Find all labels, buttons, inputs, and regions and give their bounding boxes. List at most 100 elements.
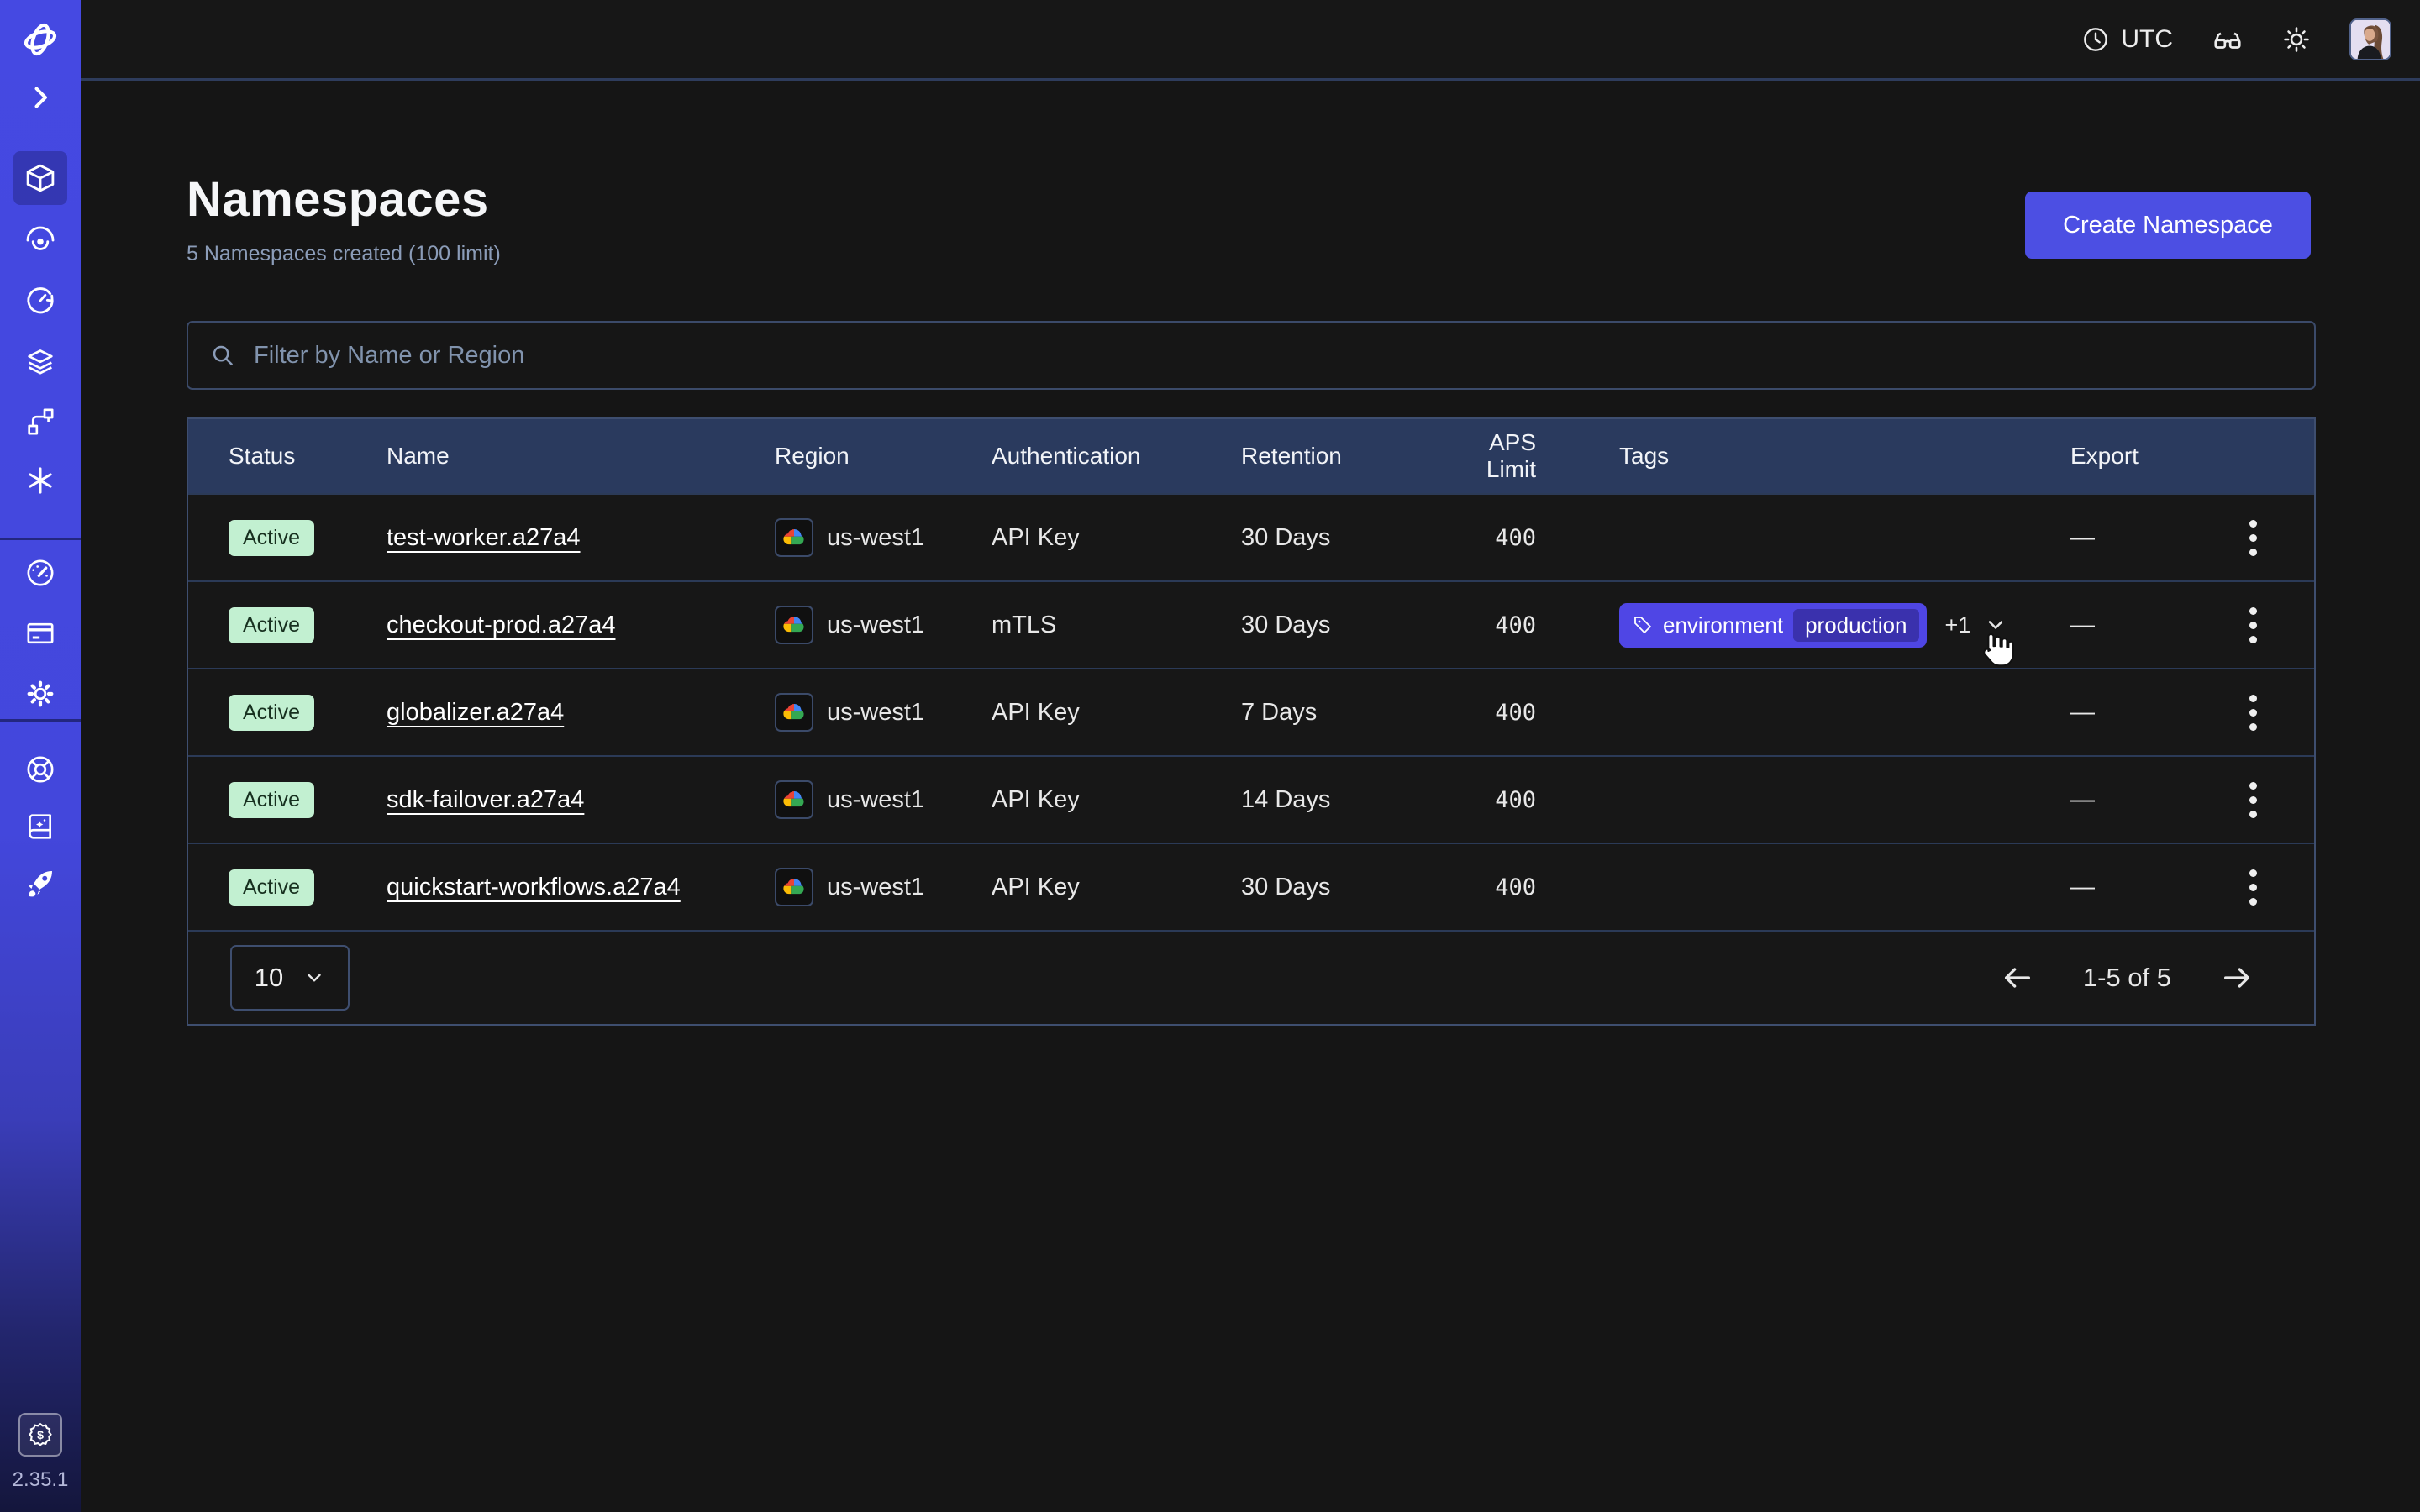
row-menu-kebab-icon[interactable] (2243, 863, 2264, 912)
sidebar-item-schedules[interactable] (0, 284, 81, 318)
tags-more-count: +1 (1945, 612, 1971, 638)
aps-limit: 400 (1495, 612, 1536, 638)
tag-value: production (1793, 609, 1918, 642)
tag-key: environment (1663, 612, 1783, 638)
namespace-link[interactable]: checkout-prod.a27a4 (387, 612, 615, 638)
search-icon (210, 343, 235, 368)
auth-method: mTLS (992, 612, 1241, 639)
sidebar-divider (0, 538, 81, 540)
export-value: — (2070, 612, 2228, 639)
col-export: Export (2070, 443, 2228, 470)
namespace-link[interactable]: sdk-failover.a27a4 (387, 786, 584, 813)
table-row: Active quickstart-workflows.a27a4 us-wes… (188, 843, 2314, 930)
auth-method: API Key (992, 786, 1241, 814)
aps-limit: 400 (1495, 874, 1536, 900)
region-label: us-west1 (827, 874, 924, 901)
clock-icon (2082, 26, 2109, 53)
user-avatar[interactable] (2349, 18, 2391, 60)
sidebar-item-workflows[interactable] (0, 405, 81, 438)
sidebar-item-support[interactable] (0, 753, 81, 786)
namespace-link[interactable]: globalizer.a27a4 (387, 699, 564, 726)
gcp-cloud-icon (775, 518, 813, 557)
sidebar: $ 2.35.1 (0, 0, 81, 1512)
col-name: Name (387, 443, 775, 470)
status-badge: Active (229, 695, 314, 731)
col-region: Region (775, 443, 992, 470)
page-subtitle: 5 Namespaces created (100 limit) (187, 242, 501, 266)
row-menu-kebab-icon[interactable] (2243, 775, 2264, 825)
app-root: $ 2.35.1 UTC (0, 0, 2420, 1512)
sidebar-item-settings[interactable] (0, 677, 81, 711)
reader-mode-glasses-icon[interactable] (2212, 24, 2244, 55)
timezone-selector[interactable]: UTC (2082, 25, 2173, 54)
tags-cell: environment production +1 (1536, 603, 2070, 648)
filter-input[interactable] (254, 342, 2292, 370)
sidebar-divider (0, 719, 81, 722)
sidebar-item-nexus[interactable] (0, 464, 81, 497)
sidebar-item-getting-started[interactable] (0, 865, 81, 900)
aps-limit: 400 (1495, 700, 1536, 726)
gcp-cloud-icon (775, 606, 813, 644)
aps-limit: 400 (1495, 787, 1536, 813)
region-label: us-west1 (827, 699, 924, 727)
namespaces-table: Status Name Region Authentication Retent… (187, 417, 2316, 1026)
sidebar-expand-chevron-icon[interactable] (0, 82, 81, 113)
create-namespace-button[interactable]: Create Namespace (2025, 192, 2311, 259)
table-footer: 10 1-5 of 5 (188, 930, 2314, 1024)
next-page-arrow-icon[interactable] (2220, 961, 2254, 995)
pagination-range: 1-5 of 5 (2083, 963, 2171, 993)
row-menu-kebab-icon[interactable] (2243, 688, 2264, 738)
auth-method: API Key (992, 524, 1241, 552)
sidebar-item-namespaces[interactable] (13, 151, 67, 205)
gcp-cloud-icon (775, 780, 813, 819)
retention: 30 Days (1241, 874, 1434, 901)
table-row: Active checkout-prod.a27a4 us-west1 mTLS… (188, 580, 2314, 668)
status-badge: Active (229, 869, 314, 906)
sidebar-item-deployments[interactable] (0, 344, 81, 378)
table-row: Active test-worker.a27a4 us-west1 API Ke… (188, 493, 2314, 580)
sidebar-item-usage[interactable] (0, 556, 81, 590)
sidebar-item-docs[interactable] (0, 810, 81, 843)
page-size-value: 10 (255, 963, 283, 993)
tags-expand-chevron-icon[interactable] (1984, 613, 2007, 637)
namespace-link[interactable]: test-worker.a27a4 (387, 524, 581, 551)
sidebar-item-observability[interactable] (0, 223, 81, 257)
auth-method: API Key (992, 699, 1241, 727)
export-value: — (2070, 874, 2228, 901)
main-content: Namespaces 5 Namespaces created (100 lim… (81, 83, 2420, 1512)
timezone-label: UTC (2121, 25, 2173, 54)
table-header-row: Status Name Region Authentication Retent… (188, 419, 2314, 493)
page-size-select[interactable]: 10 (230, 945, 350, 1011)
cube-icon (23, 160, 58, 196)
row-menu-kebab-icon[interactable] (2243, 601, 2264, 650)
chevron-down-icon (303, 967, 325, 989)
app-version: 2.35.1 (0, 1468, 81, 1492)
topbar: UTC (81, 0, 2420, 81)
page-title: Namespaces (187, 171, 489, 228)
temporal-logo-icon[interactable] (0, 18, 81, 60)
region-label: us-west1 (827, 524, 924, 552)
filter-bar (187, 321, 2316, 390)
namespace-link[interactable]: quickstart-workflows.a27a4 (387, 874, 681, 900)
aps-limit: 400 (1495, 525, 1536, 551)
col-tags: Tags (1536, 443, 2070, 470)
retention: 14 Days (1241, 786, 1434, 814)
row-menu-kebab-icon[interactable] (2243, 513, 2264, 563)
col-aps-limit: APS Limit (1434, 429, 1536, 483)
region-label: us-west1 (827, 612, 924, 639)
status-badge: Active (229, 782, 314, 818)
auth-method: API Key (992, 874, 1241, 901)
tag-icon (1633, 615, 1653, 635)
status-badge: Active (229, 607, 314, 643)
sidebar-item-billing[interactable] (0, 617, 81, 650)
gcp-cloud-icon (775, 693, 813, 732)
export-value: — (2070, 524, 2228, 552)
tag-pill[interactable]: environment production (1619, 603, 1927, 648)
prev-page-arrow-icon[interactable] (2001, 961, 2034, 995)
retention: 30 Days (1241, 524, 1434, 552)
gcp-cloud-icon (775, 868, 813, 906)
retention: 30 Days (1241, 612, 1434, 639)
col-authentication: Authentication (992, 443, 1241, 470)
credits-button[interactable]: $ (18, 1413, 62, 1457)
theme-toggle-sun-icon[interactable] (2282, 25, 2311, 54)
